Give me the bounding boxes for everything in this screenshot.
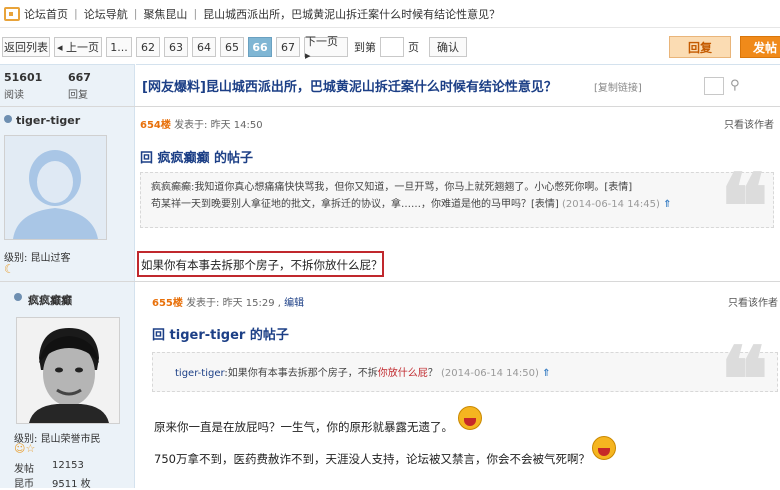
jump-arrow-icon[interactable]: ⇑ [663,199,671,210]
thread-title: [网友爆料]昆山城西派出所，巴城黄泥山拆迁案什么时候有结论性意见？ [142,80,557,95]
quote-line: 疯疯癫癫:我知道你真心想痛痛快快骂我，但你又知道，一旦开骂，你马上就死翘翘了。小… [151,182,633,193]
page-link[interactable]: 63 [164,37,188,57]
link-icon[interactable]: ⚲ [730,78,740,93]
quote-line: 苟某祥一天到晚要别人拿征地的批文，拿拆迁的协议，拿……，你难道是他的马甲吗？[表… [151,199,559,210]
thread-stats: 51601 阅读 667 回复 [0,64,135,106]
prev-page-button[interactable]: ◂ 上一页 [54,37,102,57]
quote-box: tiger-tiger:如果你有本事去拆那个房子，不拆你放什么屁？ (2014-… [152,352,778,392]
jump-arrow-icon[interactable]: ⇑ [542,368,550,379]
reply-button[interactable]: 回复 [669,36,731,58]
page-link[interactable]: 62 [136,37,160,57]
default-avatar[interactable] [4,135,107,240]
post-author-panel: tiger-tiger 级别: 昆山过客 ☾ [0,107,135,281]
quote-mark-icon: ❝ [720,154,769,260]
quote-time: (2014-06-14 14:45) [562,199,660,210]
breadcrumb-separator: | [74,7,78,20]
current-page: 66 [248,37,272,57]
only-author-link[interactable]: 只看该作者 [728,294,778,309]
post-time: 发表于: 昨天 14:50 [174,120,263,131]
edit-link[interactable]: 编辑 [284,298,304,309]
rank-icon: ☺☆ [14,442,36,455]
checkbox[interactable] [704,77,724,95]
quote-tail: ？ [427,368,438,379]
breadcrumb-current: 昆山城西派出所，巴城黄泥山拆迁案什么时候有结论性意见？ [203,7,501,21]
author-name[interactable]: 疯疯癫癫 [28,292,72,308]
reply-heading: 回 tiger-tiger 的帖子 [152,328,289,343]
confirm-button[interactable]: 确认 [429,37,467,57]
post-body-line: 原来你一直是在放屁吗？一生气，你的原形就暴露无遗了。 [154,420,453,434]
views-label: 阅读 [4,90,24,101]
angry-emoticon-icon [592,436,616,460]
post-body: 如果你有本事去拆那个房子，不拆你放什么屁？ [141,258,383,272]
only-author-link[interactable]: 只看该作者 [724,116,774,131]
author-avatar[interactable] [16,317,120,424]
thread-title-bar: [网友爆料]昆山城西派出所，巴城黄泥山拆迁案什么时候有结论性意见？ [复制链接]… [136,64,780,106]
post-655: 655楼 发表于: 昨天 15:29 , 编辑 只看该作者 回 tiger-ti… [136,282,780,488]
quote-user[interactable]: tiger-tiger [175,368,224,379]
post-654: 654楼 发表于: 昨天 14:50 只看该作者 回 疯疯癫癫 的帖子 疯疯癫癫… [136,107,780,281]
breadcrumb-focus-kunshan[interactable]: 聚焦昆山 [143,6,187,22]
author-name[interactable]: tiger-tiger [16,114,80,127]
post-body-line: 750万拿不到，医药费赦诈不到，天涯没人支持，论坛被又禁言，你会不会被气死啊？ [154,452,590,466]
replies-label: 回复 [68,90,88,101]
floor-number[interactable]: 654楼 [140,120,171,131]
breadcrumb-forum-nav[interactable]: 论坛导航 [84,6,128,22]
goto-label: 到第 [354,41,376,54]
back-to-list-button[interactable]: 返回列表 [2,37,50,57]
user-icon [4,115,12,123]
copy-link[interactable]: [复制链接] [594,79,642,94]
home-icon[interactable] [4,6,20,21]
quote-text: :如果你有本事去拆那个房子，不拆 [224,368,378,379]
post-count-value: 12153 [52,460,84,471]
page-unit-label: 页 [408,41,419,54]
replies-count: 667 [68,71,91,84]
floor-info: 655楼 发表于: 昨天 15:29 , 编辑 [152,294,304,309]
views-count: 51601 [4,71,43,84]
new-post-button[interactable]: 发帖 [740,36,780,58]
post-time: 发表于: 昨天 15:29 , [186,298,281,309]
breadcrumb-separator: | [133,7,138,20]
page-link[interactable]: 64 [192,37,216,57]
quote-mark-icon: ❝ [720,327,769,433]
quote-box: 疯疯癫癫:我知道你真心想痛痛快快骂我，但你又知道，一旦开骂，你马上就死翘翘了。小… [140,172,774,228]
page-link[interactable]: 1... [106,37,132,57]
moon-rank-icon: ☾ [4,262,15,276]
page-link[interactable]: 65 [220,37,244,57]
breadcrumb-separator: | [193,7,198,20]
quote-time: (2014-06-14 14:50) [440,368,539,379]
floor-info: 654楼 发表于: 昨天 14:50 [140,116,263,131]
goto-page-input[interactable] [380,37,404,57]
post-author-panel: 疯疯癫癫 级别: 昆山荣誉市民 ☺☆ 发帖 12153 昆币 9511 枚 [0,282,135,490]
post-count-label: 发帖 [14,464,34,475]
quote-highlight: 你放什么屁 [377,368,428,379]
angry-emoticon-icon [458,406,482,430]
breadcrumb: 论坛首页 | 论坛导航 | 聚焦昆山 | 昆山城西派出所，巴城黄泥山拆迁案什么时… [0,0,780,28]
reply-heading: 回 疯疯癫癫 的帖子 [140,151,254,166]
page-link[interactable]: 67 [276,37,300,57]
pagination-bar: 返回列表 ◂ 上一页 1... 62 63 64 65 66 67 下一页 ▸ … [0,30,780,64]
breadcrumb-forum-home[interactable]: 论坛首页 [24,6,68,22]
user-icon [14,293,22,301]
next-page-button[interactable]: 下一页 ▸ [304,35,348,62]
floor-number[interactable]: 655楼 [152,298,183,309]
